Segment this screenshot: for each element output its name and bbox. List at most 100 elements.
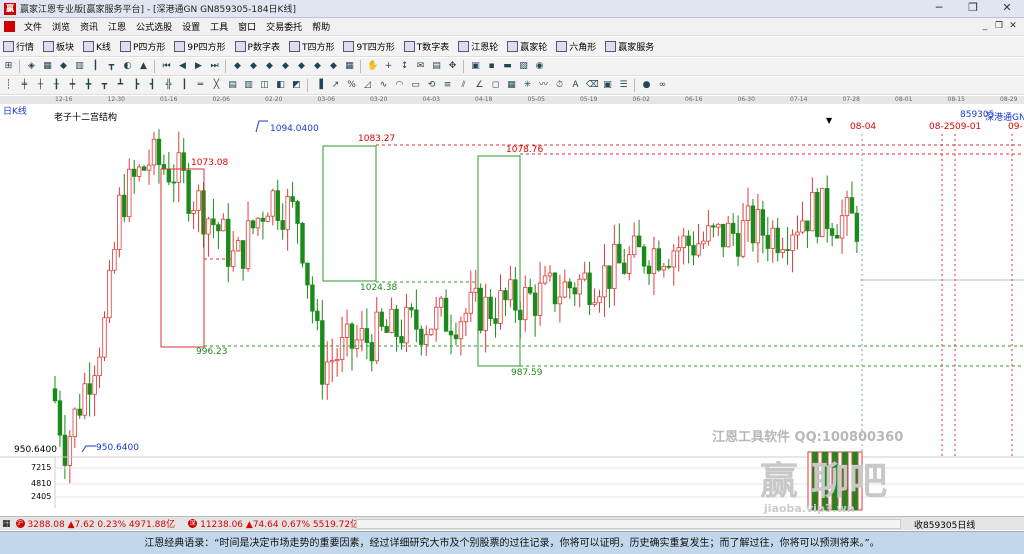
close-button[interactable]: ✕: [990, 0, 1024, 18]
toolbar-service-button[interactable]: 赢家服务: [605, 40, 654, 53]
tool-icon[interactable]: ▤: [227, 80, 238, 91]
prev-icon[interactable]: ◀: [177, 61, 188, 72]
next-icon[interactable]: ▶: [193, 61, 204, 72]
pan-icon[interactable]: ✥: [447, 61, 458, 72]
color-icon[interactable]: ●: [641, 80, 652, 91]
kline-chart[interactable]: 日K线 老子十二宫结构 ▼ 859305 深港通GN 08-04 08-25 0…: [0, 104, 1024, 516]
mdi-minimize-button[interactable]: _: [978, 20, 992, 33]
cycle-icon[interactable]: ⟲: [426, 80, 437, 91]
menu-help[interactable]: 帮助: [307, 20, 335, 33]
mdi-close-button[interactable]: ✕: [1006, 20, 1020, 33]
indicator-dropdown-icon[interactable]: ▼: [826, 116, 832, 125]
diamond-icon[interactable]: ◆: [248, 61, 259, 72]
tool-icon[interactable]: ┼: [35, 80, 46, 91]
toolbar-blocks-button[interactable]: 板块: [43, 40, 74, 53]
box-icon[interactable]: ▭: [410, 80, 421, 91]
minimize-button[interactable]: ─: [922, 0, 956, 18]
menu-browse[interactable]: 浏览: [47, 20, 75, 33]
wave-icon[interactable]: ∿: [378, 80, 389, 91]
grid-icon[interactable]: ▦: [506, 80, 517, 91]
menu-settings[interactable]: 设置: [177, 20, 205, 33]
calc-icon[interactable]: ▣: [470, 61, 481, 72]
toolbar-winner-wheel-button[interactable]: 赢家轮: [507, 40, 547, 53]
gann-icon[interactable]: ✳: [522, 80, 533, 91]
tool-icon[interactable]: ┻: [115, 80, 126, 91]
toolbar-grid-button[interactable]: 行情: [3, 40, 34, 53]
text-icon[interactable]: A: [570, 80, 581, 91]
period-label[interactable]: 日K线: [3, 104, 27, 117]
crosshair-icon[interactable]: +: [383, 61, 394, 72]
diamond-icon[interactable]: ◆: [328, 61, 339, 72]
ruler-icon[interactable]: ┊: [3, 80, 14, 91]
fan-icon[interactable]: ◿: [362, 80, 373, 91]
export-icon[interactable]: ▧: [518, 61, 529, 72]
square-icon[interactable]: ◻: [490, 80, 501, 91]
diamond-icon[interactable]: ◆: [264, 61, 275, 72]
menu-formula[interactable]: 公式选股: [131, 20, 177, 33]
gift-icon[interactable]: ✉: [415, 61, 426, 72]
time-icon[interactable]: ⏱: [554, 80, 565, 91]
maximize-button[interactable]: ❐: [956, 0, 990, 18]
diamond-icon[interactable]: ◆: [312, 61, 323, 72]
calculator-icon[interactable]: ▦: [2, 519, 11, 529]
tool-icon[interactable]: ▦: [42, 61, 53, 72]
toolbar-hexagon-button[interactable]: 六角形: [556, 40, 596, 53]
toolbar-gann-wheel-button[interactable]: 江恩轮: [458, 40, 498, 53]
tool-icon[interactable]: ┃: [90, 61, 101, 72]
save-icon[interactable]: ▪: [486, 61, 497, 72]
diamond-icon[interactable]: ◆: [232, 61, 243, 72]
list-icon[interactable]: ☰: [618, 80, 629, 91]
menu-info[interactable]: 资讯: [75, 20, 103, 33]
percent-icon[interactable]: %: [346, 80, 357, 91]
tool-icon[interactable]: ▥: [74, 61, 85, 72]
tool-icon[interactable]: ◧: [275, 80, 286, 91]
infinity-icon[interactable]: ∞: [657, 80, 668, 91]
print-icon[interactable]: ▬: [502, 61, 513, 72]
tool-icon[interactable]: ◩: [291, 80, 302, 91]
menu-window[interactable]: 窗口: [233, 20, 261, 33]
tool-icon[interactable]: ┣: [131, 80, 142, 91]
angle-icon[interactable]: ∠: [474, 80, 485, 91]
sz-index-quote[interactable]: 11238.06 ▲74.64 0.67% 5519.72亿: [200, 517, 359, 530]
menu-file[interactable]: 文件: [19, 20, 47, 33]
tool-icon[interactable]: ◆: [58, 61, 69, 72]
toolbar-kline-button[interactable]: K线: [83, 40, 111, 53]
arrows-icon[interactable]: ↕: [399, 61, 410, 72]
tool-icon[interactable]: ╳: [211, 80, 222, 91]
tool-icon[interactable]: ╪: [19, 80, 30, 91]
diamond-icon[interactable]: ◆: [280, 61, 291, 72]
grid-icon[interactable]: ▦: [344, 61, 355, 72]
chart-icon[interactable]: ▤: [431, 61, 442, 72]
tool-icon[interactable]: ┿: [67, 80, 78, 91]
menu-gann[interactable]: 江恩: [103, 20, 131, 33]
tool-icon[interactable]: ┃: [179, 80, 190, 91]
mdi-restore-button[interactable]: ❐: [992, 20, 1006, 33]
tool-icon[interactable]: ▲: [138, 61, 149, 72]
tool-icon[interactable]: ◐: [122, 61, 133, 72]
fib-icon[interactable]: ≡: [442, 80, 453, 91]
tool-icon[interactable]: ┳: [106, 61, 117, 72]
horizontal-scrollbar[interactable]: [356, 519, 901, 529]
tool-icon[interactable]: ◈: [26, 61, 37, 72]
tool-icon[interactable]: ╂: [51, 80, 62, 91]
toolbar-9p-square-button[interactable]: 9P四方形: [174, 40, 226, 53]
diamond-icon[interactable]: ◆: [296, 61, 307, 72]
last-icon[interactable]: ⏭: [209, 61, 220, 72]
sh-index-quote[interactable]: 3288.08 ▲7.62 0.23% 4971.88亿: [28, 517, 176, 530]
hand-icon[interactable]: ✋: [367, 61, 378, 72]
channel-icon[interactable]: ⫽: [458, 80, 469, 91]
trend-icon[interactable]: ↗: [330, 80, 341, 91]
tool-icon[interactable]: ═: [195, 80, 206, 91]
tool-icon[interactable]: ┫: [147, 80, 158, 91]
layout-icon[interactable]: ⊞: [3, 61, 14, 72]
first-icon[interactable]: ⏮: [161, 61, 172, 72]
wave-icon[interactable]: 〰: [538, 80, 549, 91]
link-icon[interactable]: ◉: [534, 61, 545, 72]
tool-icon[interactable]: ▥: [243, 80, 254, 91]
tool-icon[interactable]: ┳: [99, 80, 110, 91]
toolbar-9t-square-button[interactable]: 9T四方形: [343, 40, 395, 53]
toolbar-p-square-button[interactable]: P四方形: [119, 40, 165, 53]
tool-icon[interactable]: ╋: [83, 80, 94, 91]
toolbar-t-number-table-button[interactable]: T数字表: [403, 40, 449, 53]
arc-icon[interactable]: ◠: [394, 80, 405, 91]
